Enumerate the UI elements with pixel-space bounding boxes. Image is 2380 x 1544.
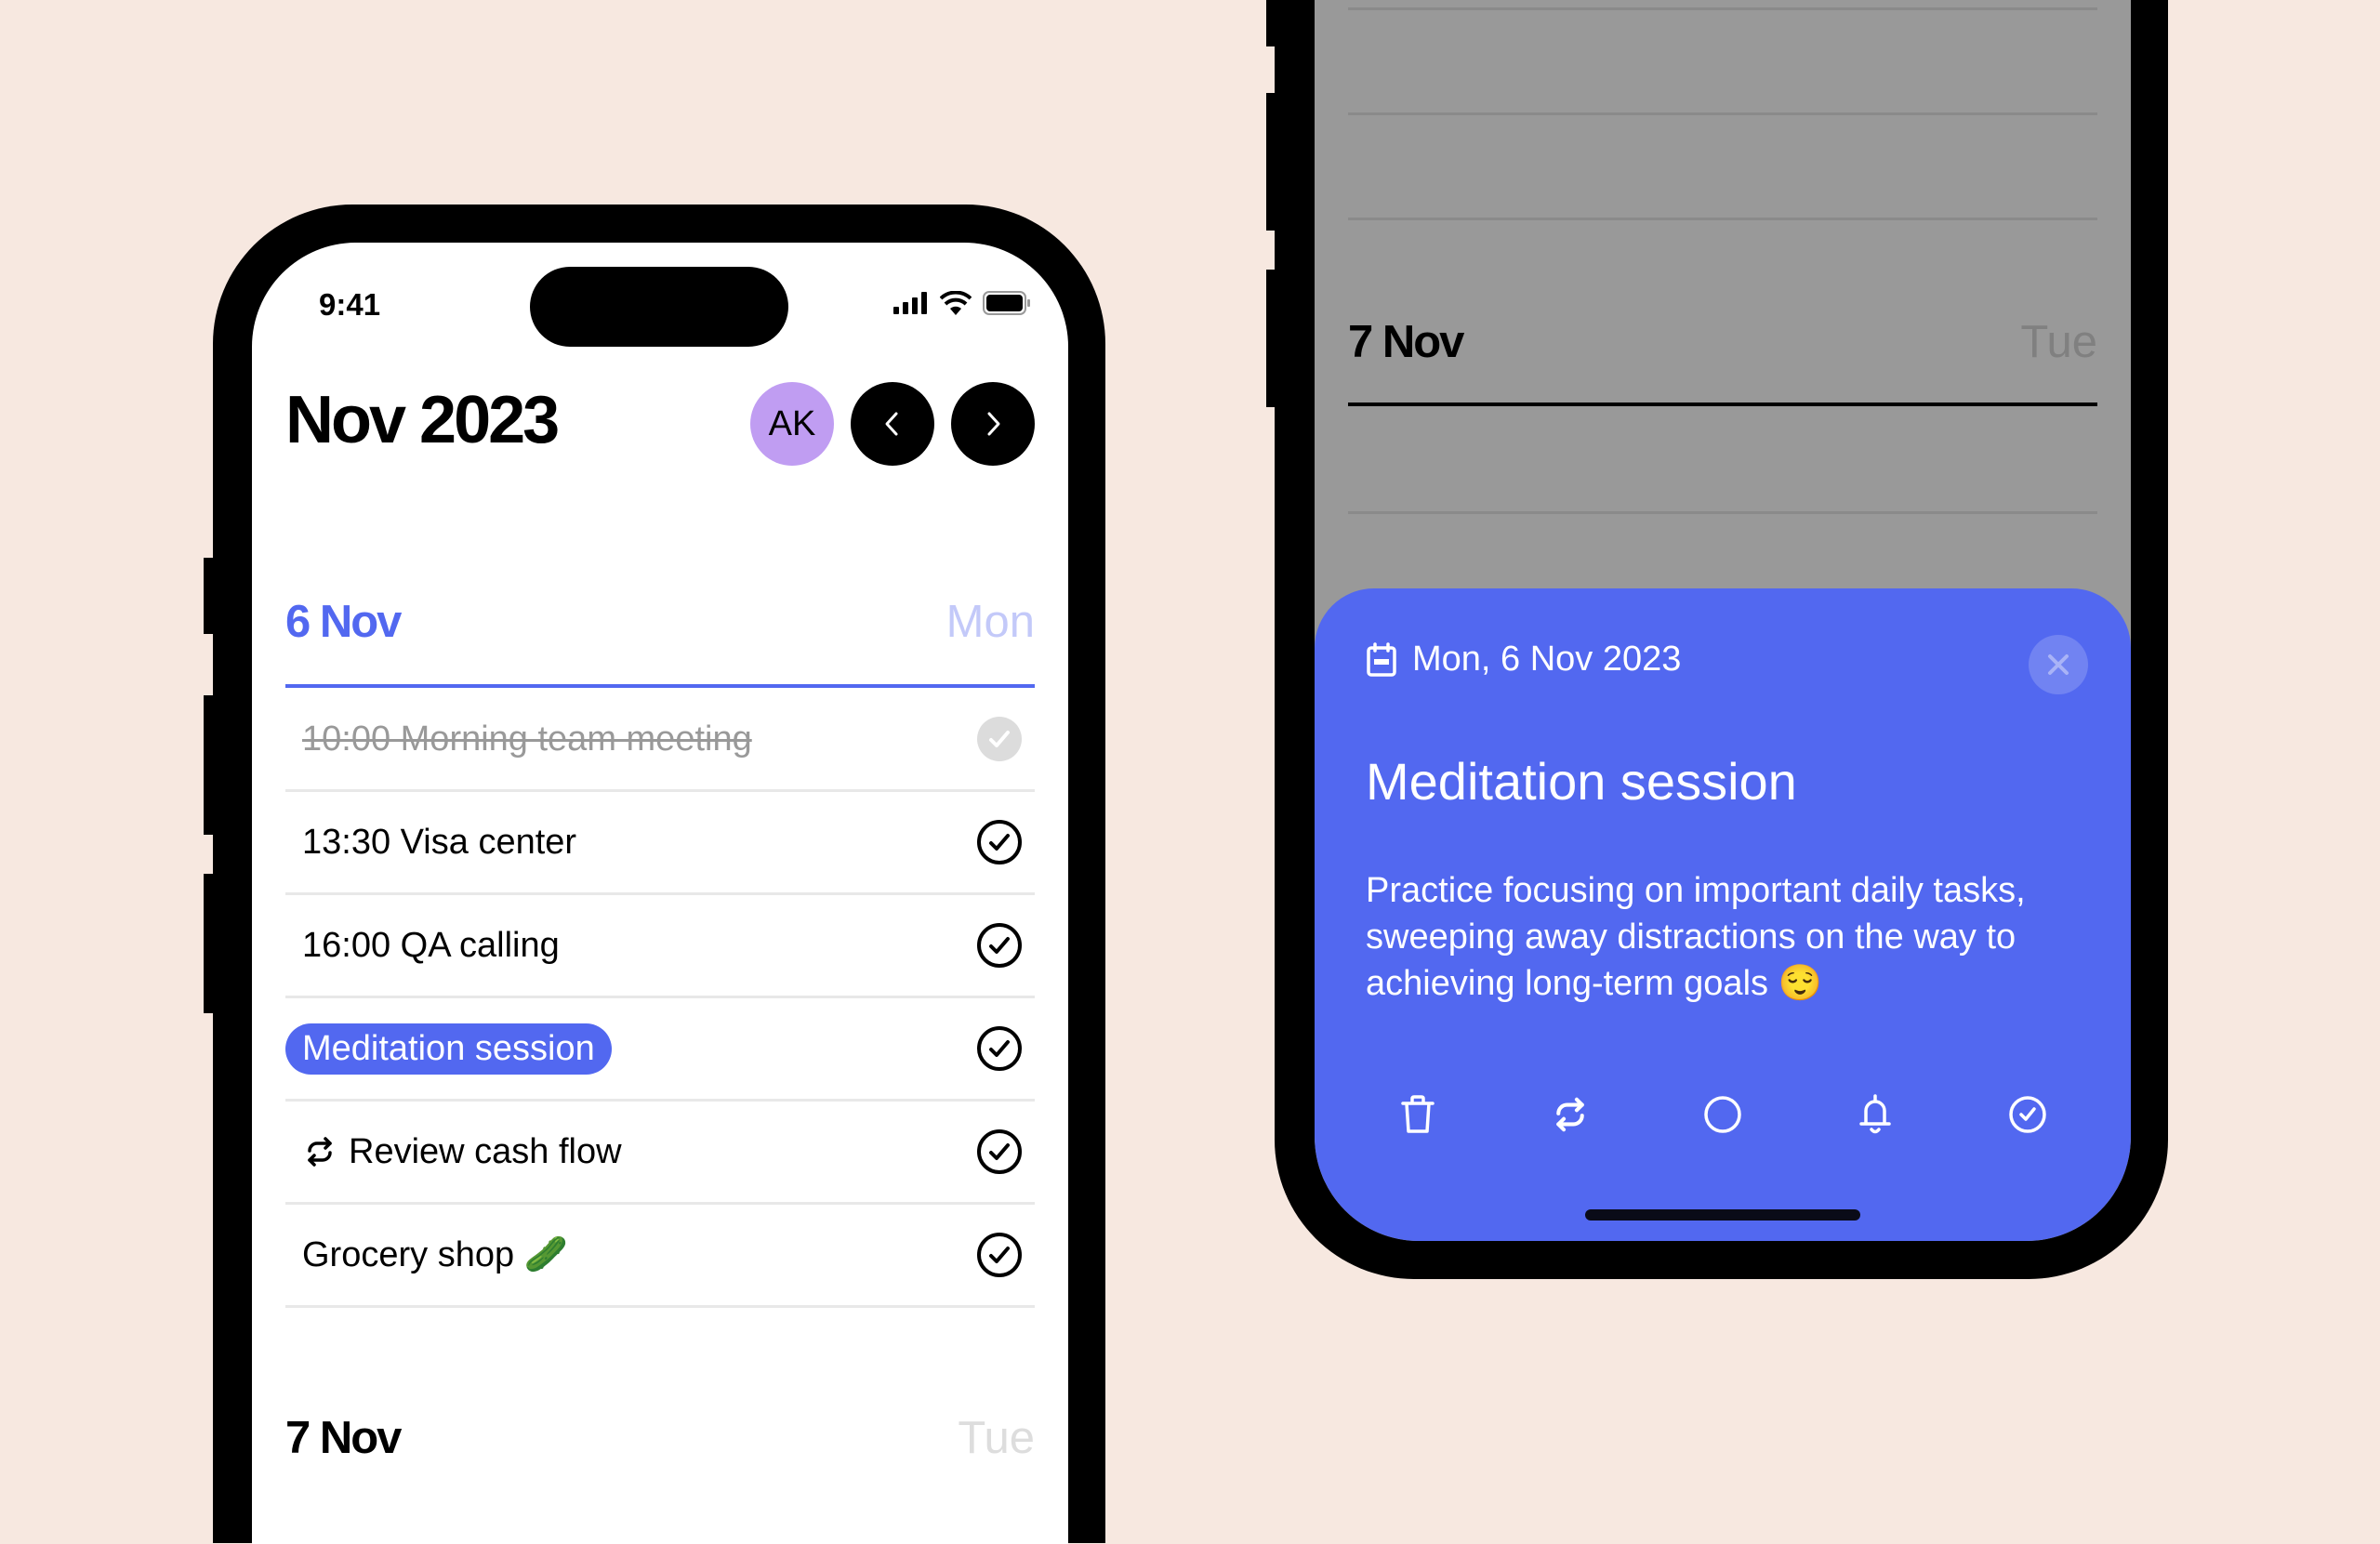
battery-icon xyxy=(983,291,1030,315)
check-circle-icon[interactable] xyxy=(975,921,1024,970)
signal-icon xyxy=(893,292,927,314)
task-item[interactable]: 13:30 Visa center xyxy=(285,792,1035,895)
check-done-icon[interactable] xyxy=(975,715,1024,763)
divider xyxy=(1348,511,2097,514)
active-day-divider xyxy=(1348,402,2097,406)
task-list: 10:00 Morning team meeting 13:30 Visa ce… xyxy=(285,689,1035,1308)
calendar-screen: 9:41 Nov 2023 AK 6 Nov Mon 10:00 Morning… xyxy=(252,243,1068,1544)
status-time: 9:41 xyxy=(319,287,381,322)
next-month-button[interactable] xyxy=(951,382,1035,466)
sheet-date: Mon, 6 Nov 2023 xyxy=(1366,640,1681,680)
check-circle-icon xyxy=(2009,1096,2046,1133)
wifi-icon xyxy=(940,291,972,315)
chevron-left-icon xyxy=(885,412,898,436)
prev-month-button[interactable] xyxy=(851,382,934,466)
chevron-right-icon xyxy=(987,412,1000,436)
check-circle-icon[interactable] xyxy=(975,1024,1024,1073)
task-label: Review cash flow xyxy=(349,1131,622,1171)
day-date: 7 Nov xyxy=(285,1413,402,1463)
task-label: 13:30 Visa center xyxy=(302,822,577,862)
active-day-divider xyxy=(285,684,1035,688)
reminder-button[interactable] xyxy=(1851,1090,1899,1139)
repeat-icon xyxy=(1556,1097,1584,1132)
divider xyxy=(1348,7,2097,10)
avatar-initials: AK xyxy=(768,403,816,443)
action-bar xyxy=(1366,1090,2080,1139)
day-weekday: Mon xyxy=(945,597,1035,647)
task-label-wrap: Review cash flow xyxy=(302,1132,622,1172)
day-weekday: Tue xyxy=(2020,317,2097,367)
task-label: 10:00 Morning team meeting xyxy=(302,719,752,759)
repeat-button[interactable] xyxy=(1546,1090,1594,1139)
task-item[interactable]: 16:00 QA calling xyxy=(285,895,1035,998)
calendar-icon xyxy=(1367,641,1396,677)
day-weekday: Tue xyxy=(958,1413,1035,1463)
close-button[interactable] xyxy=(2029,635,2088,694)
home-indicator[interactable] xyxy=(1585,1209,1860,1221)
divider xyxy=(1348,218,2097,220)
status-button[interactable] xyxy=(1699,1090,1747,1139)
day-header-7-nov[interactable]: 7 Nov Tue xyxy=(285,1412,1035,1464)
check-circle-icon[interactable] xyxy=(975,1231,1024,1279)
task-item-selected[interactable]: Meditation session xyxy=(285,998,1035,1102)
phone-left: 9:41 Nov 2023 AK 6 Nov Mon 10:00 Morning… xyxy=(213,205,1105,1544)
day-date: 6 Nov xyxy=(285,597,402,647)
avatar[interactable]: AK xyxy=(750,382,834,466)
detail-screen: 7 Nov Tue Mon, 6 Nov 2023 Meditation ses… xyxy=(1315,0,2131,1241)
delete-button[interactable] xyxy=(1394,1090,1442,1139)
check-circle-icon[interactable] xyxy=(975,1128,1024,1176)
divider xyxy=(1348,112,2097,115)
task-label: Meditation session xyxy=(285,1023,612,1075)
month-title: Nov 2023 xyxy=(285,383,560,457)
task-item[interactable]: Review cash flow xyxy=(285,1102,1035,1205)
phone-right: 7 Nov Tue Mon, 6 Nov 2023 Meditation ses… xyxy=(1275,0,2168,1279)
sheet-date-label: Mon, 6 Nov 2023 xyxy=(1412,640,1682,679)
task-label: 16:00 QA calling xyxy=(302,925,560,965)
task-description[interactable]: Practice focusing on important daily tas… xyxy=(1366,867,2091,1007)
bell-icon xyxy=(1859,1094,1891,1134)
task-title[interactable]: Meditation session xyxy=(1366,751,1797,812)
day-header-6-nov[interactable]: 6 Nov Mon xyxy=(285,596,1035,648)
check-circle-icon[interactable] xyxy=(975,818,1024,866)
trash-icon xyxy=(1401,1095,1435,1133)
dynamic-island xyxy=(530,267,788,347)
day-header-7-nov: 7 Nov Tue xyxy=(1348,316,2097,368)
task-item[interactable]: Grocery shop 🥒 xyxy=(285,1205,1035,1308)
status-icons xyxy=(893,291,1031,315)
day-date: 7 Nov xyxy=(1348,317,1464,367)
circle-icon xyxy=(1704,1096,1741,1133)
close-icon xyxy=(2048,654,2069,675)
task-item[interactable]: 10:00 Morning team meeting xyxy=(285,689,1035,792)
task-label: Grocery shop 🥒 xyxy=(302,1235,568,1274)
repeat-icon xyxy=(308,1137,332,1167)
task-detail-sheet: Mon, 6 Nov 2023 Meditation session Pract… xyxy=(1315,588,2131,1241)
complete-button[interactable] xyxy=(2003,1090,2052,1139)
header-buttons: AK xyxy=(750,382,1035,466)
